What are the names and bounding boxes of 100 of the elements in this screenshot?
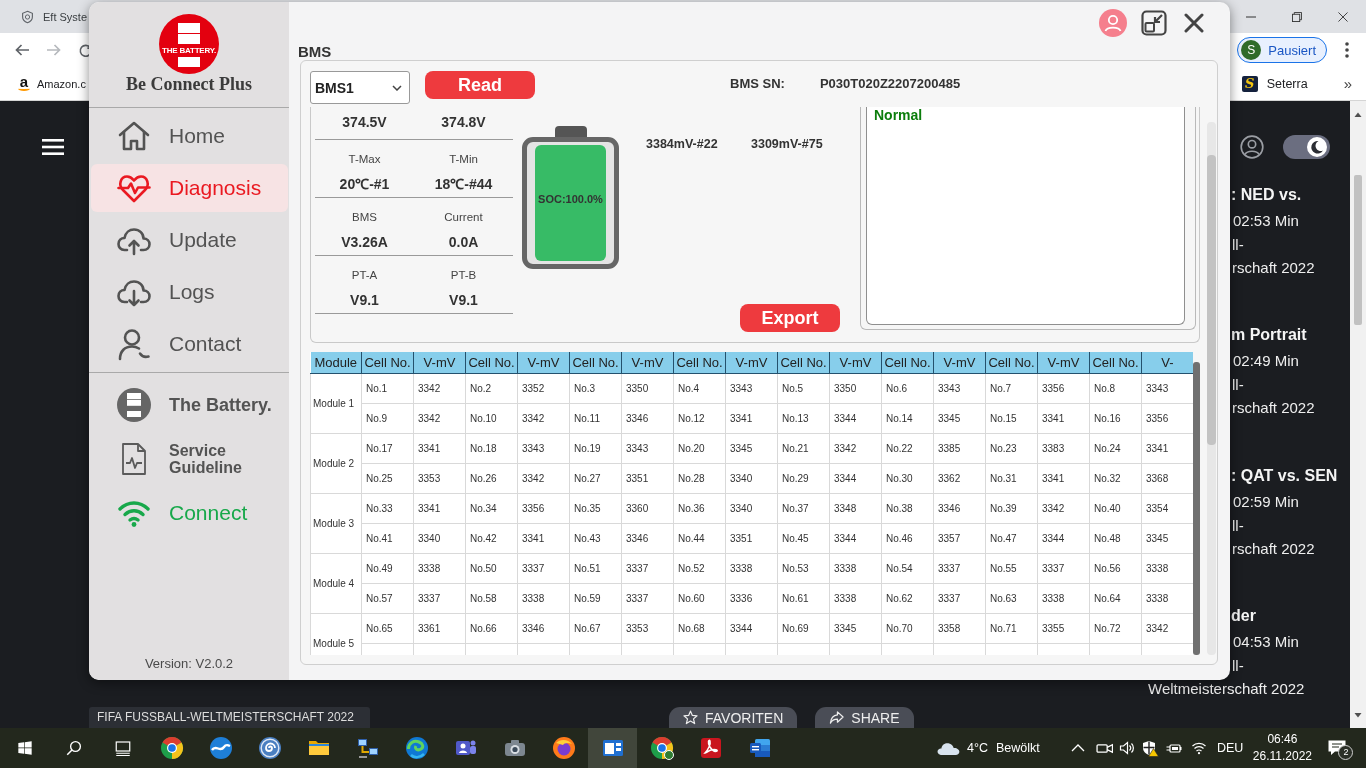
table-cell: No.10 [465, 403, 518, 434]
table-cell: No.60 [673, 583, 726, 614]
fox-globe-icon [551, 736, 576, 760]
column-header: V-mV [933, 352, 986, 374]
table-cell: No.21 [777, 433, 830, 464]
restore-icon[interactable] [1292, 11, 1302, 22]
speaker-icon[interactable] [1119, 740, 1135, 756]
nav-item[interactable]: Logs [91, 268, 288, 316]
nav-item[interactable]: Service Guideline [91, 435, 288, 483]
serial-label: BMS SN: [730, 76, 785, 91]
module-label: Module 1 [310, 373, 362, 434]
minimize-icon[interactable] [1246, 15, 1256, 18]
reading-value: 0.0A [448, 233, 479, 251]
swirl-wave-icon [404, 736, 429, 760]
table-cell: 3337 [933, 583, 986, 614]
table-cell: No.8 [1089, 373, 1142, 404]
user-avatar-icon[interactable] [1099, 8, 1127, 37]
table-cell: 3368 [1141, 463, 1193, 494]
table-cell: No.58 [465, 583, 518, 614]
section-title: BMS [298, 43, 333, 60]
star-icon [683, 710, 698, 725]
four-panes-icon [16, 740, 33, 756]
article-category: ll- [1232, 656, 1244, 676]
nav-item[interactable]: Home [91, 112, 288, 160]
table-scrollbar[interactable] [1193, 362, 1200, 655]
read-button[interactable]: Read [425, 71, 535, 99]
table-cell: 3341 [1141, 433, 1193, 464]
profile-button[interactable]: S Pausiert [1237, 37, 1327, 63]
table-cell: No.39 [985, 493, 1038, 524]
module-label: Module 5 [310, 613, 362, 655]
table-cell: 3344 [1037, 523, 1090, 554]
reading-value: 374.8V [441, 113, 486, 131]
browser-tab[interactable]: Eft Syste [0, 0, 88, 33]
table-cell: No.54 [881, 553, 934, 584]
bookmarks-overflow-button[interactable]: » [1341, 75, 1354, 92]
table-cell: No.28 [673, 463, 726, 494]
bms-select[interactable]: BMS1 [310, 71, 410, 104]
table-cell: 3341 [1037, 403, 1090, 434]
article-category: ll- [1232, 235, 1244, 255]
table-cell: No.17 [361, 433, 414, 464]
article-title[interactable]: der [1231, 606, 1256, 626]
panel-scrollbar[interactable] [1207, 122, 1216, 655]
shield-warning-icon[interactable] [1142, 739, 1159, 757]
nav-item[interactable]: The Battery. [91, 381, 288, 429]
table-cell: No.48 [1089, 523, 1142, 554]
table-cell: 3341 [517, 523, 570, 554]
wifi-icon[interactable] [1191, 740, 1207, 756]
table-cell: No.41 [361, 523, 414, 554]
table-cell: 3350 [621, 373, 674, 404]
weather-condition: Bewölkt [996, 741, 1041, 755]
table-cell: No.15 [985, 403, 1038, 434]
nav-item[interactable]: Diagnosis [91, 164, 288, 212]
reading-value: 374.5V [342, 113, 387, 131]
bookmark-link[interactable]: a Amazon.c [17, 75, 86, 92]
nav-item[interactable]: Contact [91, 320, 288, 368]
page-scrollbar[interactable] [1350, 101, 1366, 728]
notification-button[interactable]: 2 [1327, 736, 1354, 760]
article-category: rschaft 2022 [1232, 538, 1315, 559]
shrink-window-icon[interactable] [1141, 9, 1167, 36]
video-duration: 02:49 Min [1233, 351, 1299, 372]
back-arrow-icon[interactable] [14, 42, 30, 58]
article-title[interactable]: : NED vs. [1231, 185, 1302, 205]
network-computers-icon [355, 736, 380, 760]
bookmark-link[interactable]: S Seterra [1241, 75, 1308, 92]
taskbar-button[interactable] [588, 728, 637, 768]
nav-item[interactable]: Update [91, 216, 288, 264]
video-duration: 02:53 Min [1233, 211, 1299, 231]
table-cell: 3340 [725, 463, 778, 494]
table-cell: No.34 [465, 493, 518, 524]
shield-icon [21, 9, 34, 24]
column-header: V-mV [725, 352, 778, 374]
table-cell: 3342 [829, 433, 882, 464]
table-cell: 3354 [1141, 493, 1193, 524]
cell-voltage-value: 3309mV-#75 [751, 137, 824, 152]
table-cell: 3344 [725, 613, 778, 644]
table-cell: 3346 [933, 493, 986, 524]
column-header: Module [310, 352, 362, 374]
column-header: V-mV [1037, 352, 1090, 374]
dark-mode-toggle[interactable] [1283, 135, 1330, 159]
article-category: ll- [1232, 375, 1244, 396]
favorites-button[interactable]: FAVORITEN [669, 707, 798, 728]
chevron-up-icon[interactable] [1071, 744, 1085, 752]
share-icon [829, 710, 845, 725]
reading-value: 18℃-#44 [434, 175, 493, 193]
table-cell: 3343 [725, 373, 778, 404]
article-title[interactable]: : QAT vs. SEN [1231, 465, 1338, 486]
language-button[interactable]: DEU [1216, 741, 1245, 755]
close-icon[interactable] [1184, 12, 1204, 33]
article-title[interactable]: m Portrait [1231, 325, 1307, 346]
table-cell: No.67 [569, 613, 622, 644]
close-icon[interactable] [1338, 11, 1348, 22]
menu-icon[interactable] [1344, 42, 1349, 58]
table-cell: No.11 [569, 403, 622, 434]
module-label: Module 3 [310, 493, 362, 554]
table-cell: 3356 [517, 493, 570, 524]
export-button[interactable]: Export [740, 304, 840, 332]
menu-icon[interactable] [42, 139, 64, 155]
share-button[interactable]: SHARE [815, 707, 914, 728]
clock-button[interactable]: 06:46 26.11.2022 [1248, 731, 1317, 765]
account-icon[interactable] [1240, 135, 1264, 159]
